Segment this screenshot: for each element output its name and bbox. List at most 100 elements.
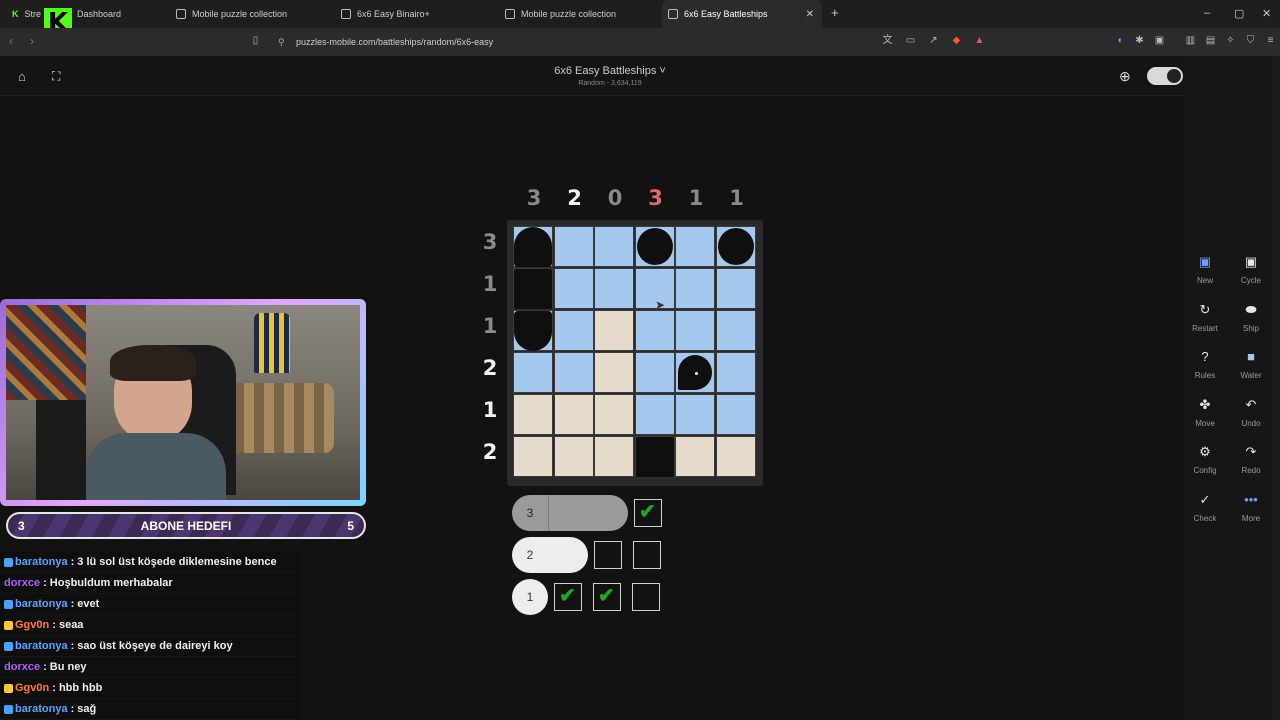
chat-username[interactable]: dorxce [4, 577, 40, 589]
fleet-done-box[interactable]: ✔ [634, 499, 662, 527]
grid-cell[interactable] [594, 394, 634, 435]
row-clue[interactable]: 2 [470, 440, 510, 464]
chat-username[interactable]: baratonya [15, 640, 68, 652]
grid-cell[interactable] [553, 394, 594, 435]
grid-cell[interactable] [634, 394, 675, 435]
puzzle-title[interactable]: 6x6 Easy Battleships ˅ [510, 65, 710, 77]
close-tab-icon[interactable]: ✕ [806, 9, 814, 20]
grid-cell[interactable] [513, 352, 553, 393]
grid-cell[interactable] [594, 352, 634, 393]
grid-cell[interactable] [675, 310, 715, 351]
close-window-icon[interactable]: ✕ [1262, 7, 1271, 20]
vpn-icon[interactable]: ⛉ [1245, 35, 1256, 46]
tool-rules[interactable]: ? Rules [1182, 347, 1228, 380]
fleet-empty-box[interactable] [633, 541, 661, 569]
theme-toggle[interactable] [1147, 67, 1183, 85]
new-tab-icon[interactable]: + [831, 5, 839, 20]
zoom-icon[interactable]: ⊕ [1119, 68, 1131, 85]
row-clue[interactable]: 3 [470, 230, 510, 254]
tab-binairo[interactable]: 6x6 Easy Binairo+ [335, 0, 495, 28]
cast-icon[interactable]: ▭ [905, 35, 916, 46]
leo-icon[interactable]: ✧ [1225, 35, 1236, 46]
screenshot-icon[interactable]: ▣ [1154, 35, 1165, 46]
grid-cell[interactable] [553, 436, 594, 477]
extensions-icon[interactable]: ✱ [1134, 35, 1145, 46]
tool-more[interactable]: ••• More [1228, 490, 1274, 523]
grid-cell[interactable] [594, 226, 634, 267]
chat-username[interactable]: Ggv0n [15, 682, 49, 694]
grid-cell[interactable] [715, 352, 756, 393]
forward-icon[interactable]: › [30, 34, 34, 48]
tool-water[interactable]: ■ Water [1228, 347, 1274, 380]
tab-battleships[interactable]: 6x6 Easy Battleships ✕ [662, 0, 822, 28]
grid-cell[interactable] [715, 394, 756, 435]
scrollbar[interactable] [1272, 56, 1280, 720]
tool-redo[interactable]: ↷ Redo [1228, 442, 1274, 475]
tool-ship[interactable]: ⬬ Ship [1228, 300, 1274, 333]
tool-move[interactable]: ✤ Move [1182, 395, 1228, 428]
tab-dashboard[interactable]: K Stre Dashboard [6, 0, 166, 28]
audio-icon[interactable]: ◖ [1114, 35, 1125, 46]
fleet-empty-box[interactable] [594, 541, 622, 569]
grid-cell[interactable] [553, 226, 594, 267]
fleet-empty-box[interactable] [632, 583, 660, 611]
grid-cell[interactable] [715, 268, 756, 309]
grid-cell[interactable] [634, 352, 675, 393]
row-clue[interactable]: 2 [470, 356, 510, 380]
grid-cell[interactable] [553, 268, 594, 309]
webcam-frame [0, 299, 366, 506]
tool-new[interactable]: ▣ New [1182, 252, 1228, 285]
tool-check[interactable]: ✓ Check [1182, 490, 1228, 523]
grid-cell[interactable] [715, 436, 756, 477]
fleet-done-box[interactable]: ✔ [593, 583, 621, 611]
minimize-icon[interactable]: – [1204, 7, 1210, 19]
tab-mobile-puzzle-2[interactable]: Mobile puzzle collection [499, 0, 659, 28]
chat-username[interactable]: dorxce [4, 661, 40, 673]
tool-undo[interactable]: ↶ Undo [1228, 395, 1274, 428]
column-clue[interactable]: 1 [717, 186, 757, 210]
bookmark-icon[interactable]: ▯ [250, 35, 261, 46]
grid-cell[interactable] [594, 310, 634, 351]
grid-cell[interactable] [675, 394, 715, 435]
row-clue[interactable]: 1 [470, 272, 510, 296]
site-info-icon[interactable]: ⚲ [278, 37, 285, 48]
chat-username[interactable]: baratonya [15, 703, 68, 715]
column-clue[interactable]: 3 [636, 186, 676, 210]
maximize-icon[interactable]: ▢ [1234, 7, 1244, 20]
row-clue[interactable]: 1 [470, 398, 510, 422]
fullscreen-icon[interactable]: ⛶ [52, 69, 60, 84]
back-icon[interactable]: ‹ [9, 34, 13, 48]
grid-cell[interactable] [675, 268, 715, 309]
fleet-done-box[interactable]: ✔ [554, 583, 582, 611]
grid-cell[interactable] [594, 436, 634, 477]
sidebar-icon[interactable]: ▥ [1185, 35, 1196, 46]
menu-icon[interactable]: ≡ [1265, 35, 1276, 46]
row-clue[interactable]: 1 [470, 314, 510, 338]
tab-mobile-puzzle-1[interactable]: Mobile puzzle collection [170, 0, 330, 28]
grid-cell[interactable] [715, 310, 756, 351]
wallet-icon[interactable]: ▤ [1205, 35, 1216, 46]
column-clue[interactable]: 3 [514, 186, 554, 210]
rewards-icon[interactable]: ▲ [974, 35, 985, 46]
share-icon[interactable]: ↗ [928, 35, 939, 46]
grid-cell[interactable] [553, 352, 594, 393]
grid-cell[interactable] [675, 226, 715, 267]
grid-cell[interactable] [634, 310, 675, 351]
column-clue[interactable]: 0 [595, 186, 635, 210]
chat-username[interactable]: baratonya [15, 598, 68, 610]
chat-username[interactable]: baratonya [15, 556, 68, 568]
column-clue[interactable]: 1 [676, 186, 716, 210]
tool-restart[interactable]: ↻ Restart [1182, 300, 1228, 333]
column-clue[interactable]: 2 [555, 186, 595, 210]
grid-cell[interactable] [675, 436, 715, 477]
chat-username[interactable]: Ggv0n [15, 619, 49, 631]
grid-cell[interactable] [513, 436, 553, 477]
translate-icon[interactable]: 文 [882, 35, 893, 46]
tool-config[interactable]: ⚙ Config [1182, 442, 1228, 475]
home-icon[interactable]: ⌂ [18, 69, 26, 84]
grid-cell[interactable] [594, 268, 634, 309]
tool-cycle[interactable]: ▣ Cycle [1228, 252, 1274, 285]
grid-cell[interactable] [553, 310, 594, 351]
grid-cell[interactable] [513, 394, 553, 435]
brave-shield-icon[interactable]: ◆ [951, 35, 962, 46]
